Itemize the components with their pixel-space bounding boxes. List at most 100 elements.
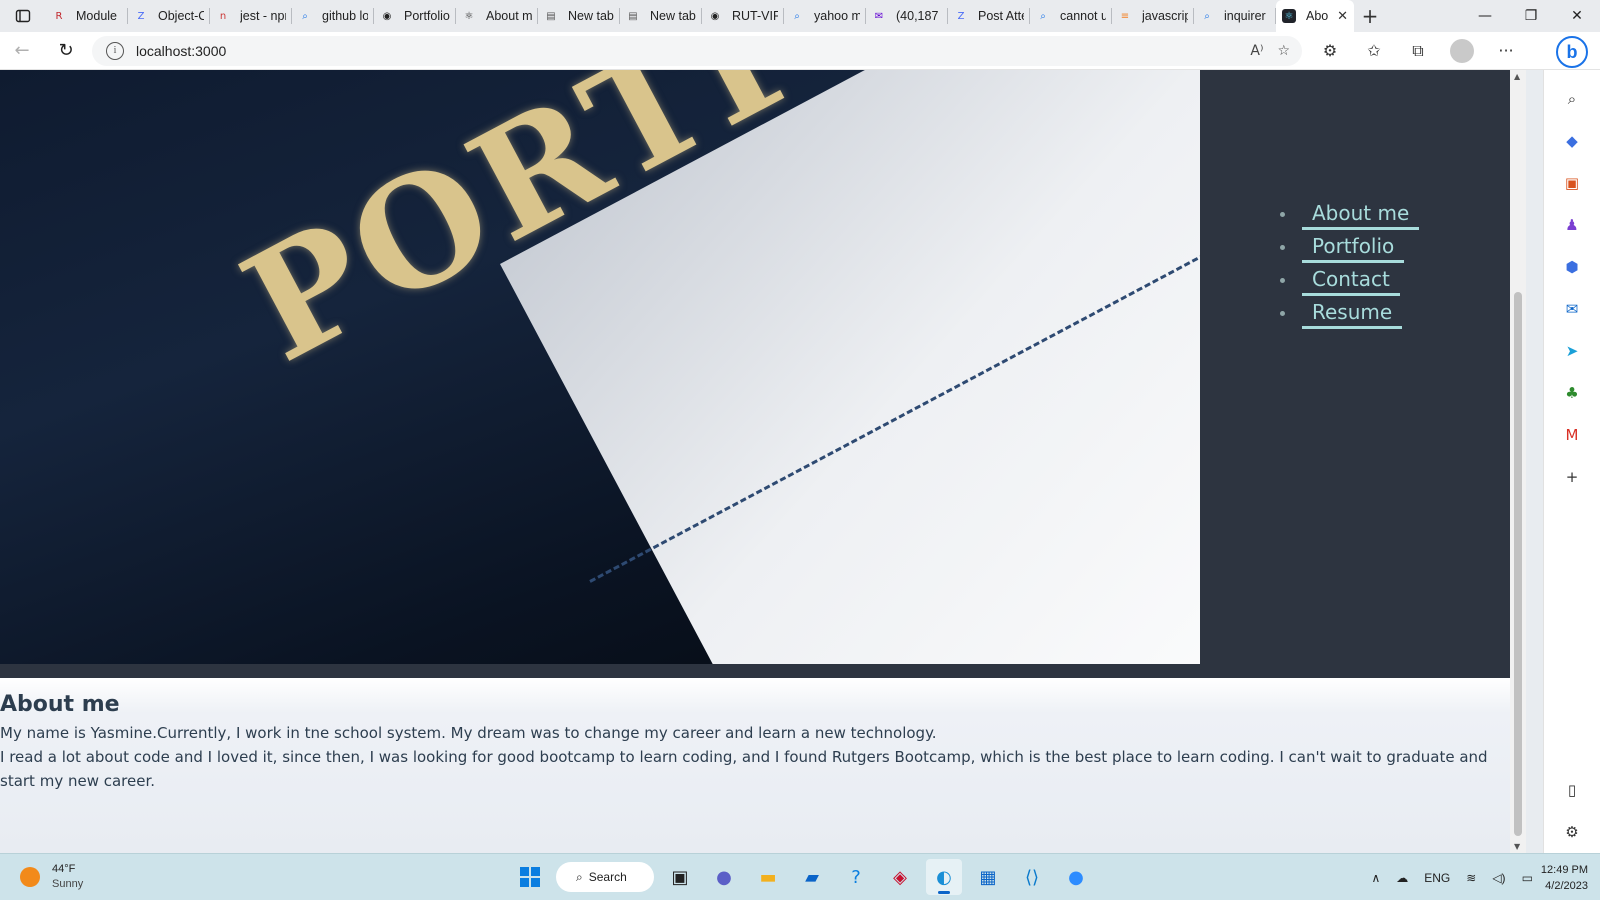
myhp-icon[interactable]: ▰: [794, 859, 830, 895]
sidebar-outlook-icon[interactable]: ✉: [1556, 293, 1588, 325]
tab[interactable]: ⌕ inquirer: [1194, 0, 1276, 32]
language-indicator[interactable]: ENG: [1424, 871, 1450, 885]
tray-overflow-icon[interactable]: ∧: [1371, 871, 1380, 885]
teams-chat-icon[interactable]: ●: [706, 859, 742, 895]
sidebar-tree-icon[interactable]: ♣: [1556, 377, 1588, 409]
url-field[interactable]: i localhost:3000 A⁾ ☆: [92, 35, 1302, 66]
taskbar-search-label: Search: [588, 870, 627, 884]
page-scrollbar[interactable]: ▲ ▼: [1510, 70, 1526, 853]
tab[interactable]: ◉ RUT-VIR: [702, 0, 784, 32]
minimize-icon[interactable]: —: [1462, 0, 1508, 32]
tab-title: Post Atte: [978, 9, 1024, 23]
sun-icon: [20, 867, 40, 887]
sidebar-microsoft365-icon[interactable]: ⬢: [1556, 251, 1588, 283]
sidebar-games-icon[interactable]: ♟: [1556, 209, 1588, 241]
wifi-icon[interactable]: ≋: [1466, 871, 1476, 885]
react-icon: ⚛: [464, 10, 474, 22]
start-button[interactable]: [512, 859, 548, 895]
profile-avatar[interactable]: [1450, 38, 1474, 63]
tab[interactable]: ≡ javascrip: [1112, 0, 1194, 32]
about-heading: About me: [0, 692, 120, 717]
clock[interactable]: 12:49 PM 4/2/2023: [1541, 862, 1588, 894]
npm-icon: n: [219, 10, 227, 22]
tab-title: (40,187 u: [896, 9, 942, 23]
tab[interactable]: n jest - npm: [210, 0, 292, 32]
nav-link-portfolio[interactable]: Portfolio: [1302, 233, 1405, 263]
help-icon[interactable]: ?: [838, 859, 874, 895]
scrollbar-thumb[interactable]: [1514, 292, 1522, 836]
task-view-icon[interactable]: ▣: [662, 859, 698, 895]
sidebar-shopping-icon[interactable]: ◆: [1556, 125, 1588, 157]
scroll-up-icon[interactable]: ▲: [1514, 72, 1520, 81]
restore-icon[interactable]: ❐: [1508, 0, 1554, 32]
tab[interactable]: ▤ New tab: [538, 0, 620, 32]
tab[interactable]: ⚛ About m: [456, 0, 538, 32]
page-viewport: PORTFOLIO About me Portfolio Contact Res…: [0, 70, 1526, 853]
weather-widget[interactable]: 44°F Sunny: [20, 862, 83, 892]
sidebar-search-icon[interactable]: ⌕: [1556, 83, 1588, 115]
tab[interactable]: ▤ New tab: [620, 0, 702, 32]
tab-title: cannot u: [1060, 9, 1106, 23]
tab[interactable]: ✉ (40,187 u: [866, 0, 948, 32]
tab[interactable]: ◉ Portfolio: [374, 0, 456, 32]
about-paragraph-2: I read a lot about code and I loved it, …: [0, 748, 1488, 790]
sidebar-split-icon[interactable]: ▯: [1556, 774, 1588, 806]
favorites-icon[interactable]: ✩: [1352, 32, 1396, 70]
back-button[interactable]: ←: [0, 32, 44, 70]
store-icon[interactable]: ▦: [970, 859, 1006, 895]
weather-text: 44°F Sunny: [52, 862, 83, 892]
tab-title: Object-C: [158, 9, 204, 23]
refresh-button[interactable]: ↻: [44, 32, 88, 70]
vscode-icon[interactable]: ⟨⟩: [1014, 859, 1050, 895]
tab-actions-button[interactable]: [0, 0, 46, 32]
sidebar-add-icon[interactable]: +: [1556, 461, 1588, 493]
search-icon: ⌕: [794, 10, 800, 22]
clock-date: 4/2/2023: [1545, 879, 1588, 892]
tab[interactable]: Z Post Atte: [948, 0, 1030, 32]
onedrive-icon[interactable]: ☁: [1396, 871, 1408, 885]
tab[interactable]: Z Object-C: [128, 0, 210, 32]
tab-actions-icon: [15, 9, 31, 23]
tab[interactable]: ⌕ yahoo m: [784, 0, 866, 32]
clock-time: 12:49 PM: [1540, 863, 1588, 876]
tab[interactable]: ⌕ github lo: [292, 0, 374, 32]
system-tray: ∧ ☁ ENG ≋ ◁) ▭ 12:49 PM 4/2/2023: [1363, 854, 1600, 900]
extensions-icon[interactable]: ⚙: [1308, 32, 1352, 70]
zoom-icon[interactable]: ●: [1058, 859, 1094, 895]
url-text[interactable]: localhost:3000: [136, 43, 226, 59]
new-tab-button[interactable]: +: [1354, 0, 1386, 32]
collections-icon[interactable]: ⧉: [1396, 32, 1440, 70]
tab[interactable]: R Module: [46, 0, 128, 32]
more-menu-icon[interactable]: ···: [1484, 32, 1528, 70]
tab-title: Portfolio: [404, 9, 450, 23]
about-paragraph-1: My name is Yasmine.Currently, I work in …: [0, 724, 937, 742]
scroll-down-icon[interactable]: ▼: [1514, 842, 1520, 851]
add-favorite-icon[interactable]: ☆: [1277, 43, 1290, 59]
edge-icon[interactable]: ◐: [926, 859, 962, 895]
close-window-icon[interactable]: ✕: [1554, 0, 1600, 32]
volume-icon[interactable]: ◁): [1492, 871, 1505, 885]
nav-link-about[interactable]: About me: [1302, 200, 1420, 230]
sidebar-tools-icon[interactable]: ▣: [1556, 167, 1588, 199]
battery-icon[interactable]: ▭: [1522, 871, 1533, 885]
read-aloud-icon[interactable]: A⁾: [1250, 43, 1263, 59]
bing-copilot-icon[interactable]: b: [1556, 36, 1588, 68]
tab-title: Module: [76, 9, 117, 23]
taskbar-search[interactable]: ⌕ Search: [556, 862, 654, 892]
site-info-icon[interactable]: i: [106, 41, 124, 60]
omnibox-icons: A⁾ ☆: [1250, 43, 1302, 59]
tab-title: RUT-VIR: [732, 9, 778, 23]
close-tab-icon[interactable]: ✕: [1337, 9, 1348, 24]
file-explorer-icon[interactable]: ▬: [750, 859, 786, 895]
tab-active[interactable]: ⚛ Abo ✕: [1276, 0, 1354, 32]
sidebar-send-icon[interactable]: ➤: [1556, 335, 1588, 367]
nav-item-portfolio: Portfolio: [1279, 231, 1419, 264]
tab-title: New tab: [568, 9, 614, 23]
sidebar-gmail-icon[interactable]: M: [1556, 419, 1588, 451]
mcafee-icon[interactable]: ◈: [882, 859, 918, 895]
weather-temp: 44°F: [52, 863, 76, 875]
tab[interactable]: ⌕ cannot u: [1030, 0, 1112, 32]
nav-link-contact[interactable]: Contact: [1302, 266, 1400, 296]
nav-link-resume[interactable]: Resume: [1302, 299, 1403, 329]
sidebar-settings-icon[interactable]: ⚙: [1556, 816, 1588, 848]
